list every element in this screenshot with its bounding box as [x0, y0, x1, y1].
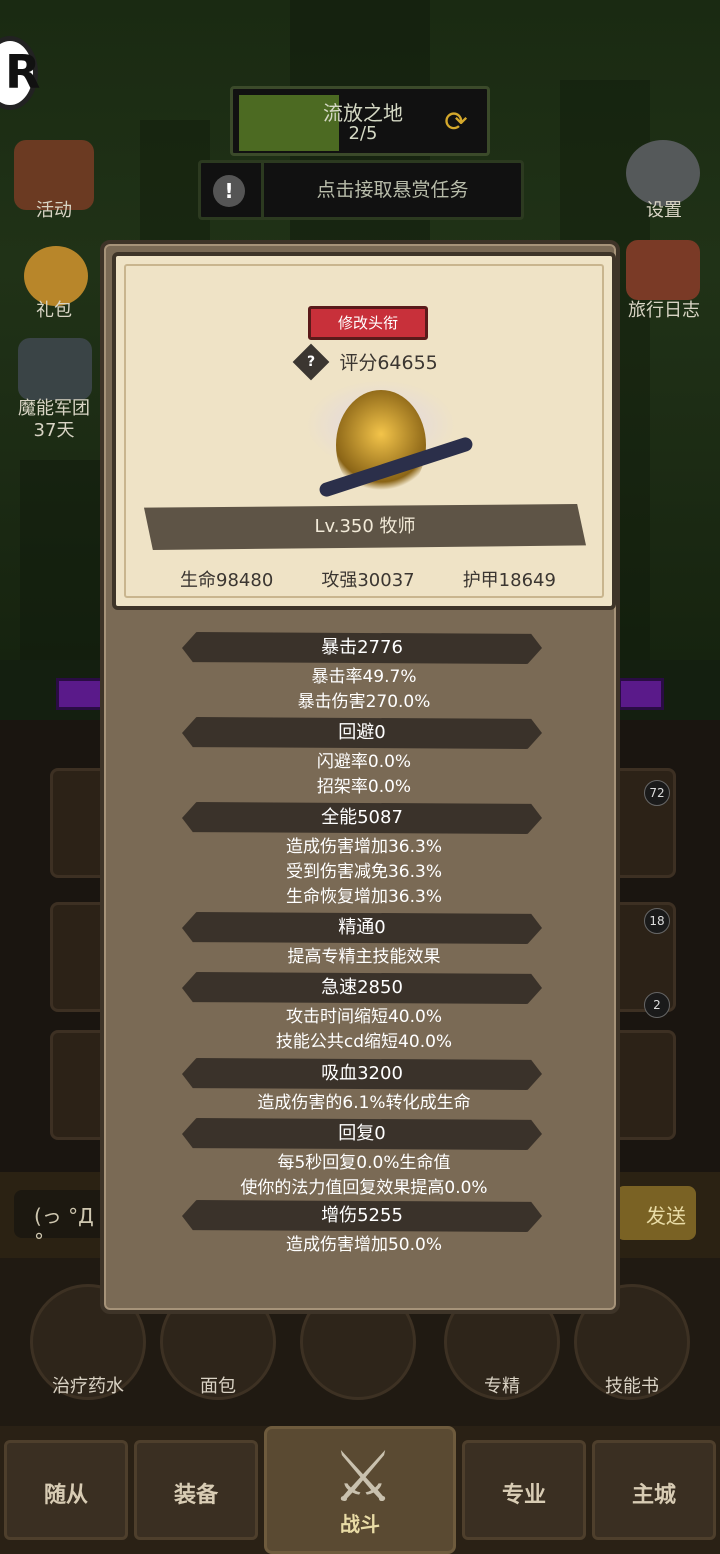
tab-battle-label: 战斗: [340, 1512, 380, 1536]
stat-line: 使你的法力值回复效果提高0.0%: [240, 1178, 488, 1198]
stat-header-text: 增伤5255: [321, 1205, 403, 1226]
stat-line: 闪避率0.0%: [316, 752, 412, 772]
stat-header-text: 回避0: [338, 722, 386, 743]
chat-input[interactable]: (っ °Д °: [14, 1190, 114, 1253]
tab-main-city[interactable]: 主城: [592, 1440, 716, 1540]
stat-header-text: 回复0: [338, 1123, 386, 1144]
score-row: ? 评分64655: [116, 343, 620, 380]
hp-stat: 生命98480: [180, 570, 274, 591]
character-stats-modal: 修改头衔 ? 评分64655 Lv.350 牧师 生命98480 攻强30037…: [100, 240, 620, 1314]
gift-label: 礼包: [36, 300, 72, 321]
attack-stat: 攻强30037: [321, 570, 415, 591]
help-icon[interactable]: ?: [292, 343, 330, 380]
send-button-label: 发送: [646, 1204, 686, 1228]
journal-icon[interactable]: [626, 240, 700, 300]
stage-progress[interactable]: 流放之地 2/5 ⟳: [230, 86, 490, 156]
armor-stat: 护甲18649: [462, 570, 556, 591]
stat-line: 每5秒回复0.0%生命值: [277, 1153, 451, 1173]
item-label: 面包: [200, 1376, 236, 1397]
stat-line: 攻击时间缩短40.0%: [285, 1007, 442, 1027]
score-text: 评分64655: [339, 352, 438, 374]
core-stats: 生命98480 攻强30037 护甲18649: [116, 566, 620, 596]
stat-line: 造成伤害增加36.3%: [285, 837, 442, 857]
item-label: 治疗药水: [52, 1376, 124, 1397]
change-title-button[interactable]: 修改头衔: [308, 306, 428, 340]
send-button[interactable]: 发送: [616, 1186, 696, 1240]
slot-count-badge: 18: [644, 908, 670, 934]
enemy-health-bar: [56, 678, 106, 710]
stat-line: 提高专精主技能效果: [287, 947, 441, 967]
stat-header-text: 暴击2776: [321, 637, 403, 658]
legion-label: 魔能军团 37天: [18, 398, 90, 441]
stat-header-text: 精通0: [338, 917, 386, 938]
slot-count-badge: 2: [644, 992, 670, 1018]
stat-line: 招架率0.0%: [316, 777, 412, 797]
event-label: 活动: [36, 200, 72, 221]
item-label: 技能书: [605, 1376, 659, 1397]
stat-line: 暴击伤害270.0%: [297, 692, 431, 712]
alert-icon: !: [213, 175, 245, 207]
r-badge[interactable]: R: [0, 36, 40, 110]
stat-header-text: 急速2850: [321, 977, 403, 998]
tab-profession[interactable]: 专业: [462, 1440, 586, 1540]
settings-label: 设置: [646, 200, 682, 221]
refresh-icon[interactable]: ⟳: [439, 105, 473, 139]
hero-avatar: [306, 380, 486, 520]
tab-followers[interactable]: 随从: [4, 1440, 128, 1540]
stat-line: 受到伤害减免36.3%: [285, 862, 442, 882]
stat-line: 造成伤害的6.1%转化成生命: [257, 1093, 471, 1113]
stat-line: 生命恢复增加36.3%: [285, 887, 442, 907]
stat-header-text: 全能5087: [321, 807, 403, 828]
stat-line: 造成伤害增加50.0%: [285, 1235, 442, 1255]
legion-icon[interactable]: [18, 338, 92, 400]
level-class-text: Lv.350 牧师: [314, 516, 416, 537]
slot-count-badge: 72: [644, 780, 670, 806]
player-health-bar: [618, 678, 664, 710]
bounty-text: 点击接取悬赏任务: [261, 163, 521, 217]
stat-line: 技能公共cd缩短40.0%: [275, 1032, 453, 1052]
stat-line: 暴击率49.7%: [311, 667, 417, 687]
item-label: 专精: [484, 1376, 520, 1397]
tab-equipment[interactable]: 装备: [134, 1440, 258, 1540]
character-card: 修改头衔 ? 评分64655 Lv.350 牧师 生命98480 攻强30037…: [112, 252, 616, 610]
bounty-bar[interactable]: ! 点击接取悬赏任务: [198, 160, 524, 220]
journal-label: 旅行日志: [628, 300, 700, 321]
tower-silhouette: [20, 460, 110, 660]
stat-header-text: 吸血3200: [321, 1063, 403, 1084]
